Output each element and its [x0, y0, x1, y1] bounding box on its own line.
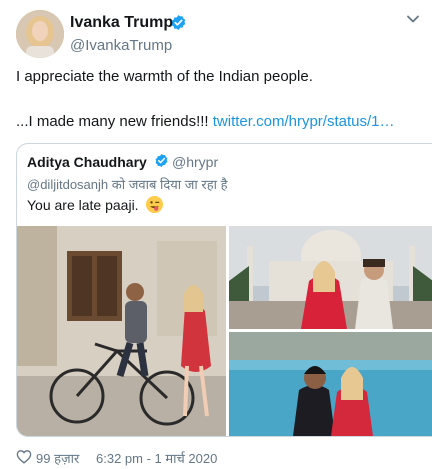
tweet-photo-pool[interactable]	[229, 332, 432, 436]
like-count[interactable]: 99 हज़ार	[36, 449, 79, 467]
heart-icon[interactable]	[16, 449, 32, 464]
quoted-tweet-text: You are late paaji.	[27, 197, 139, 213]
tweet-text-line-1: I appreciate the warmth of the Indian pe…	[16, 68, 313, 85]
author-avatar[interactable]	[16, 10, 64, 58]
quoted-author-name: Aditya Chaudhary	[27, 154, 147, 170]
author-handle[interactable]: @IvankaTrump	[70, 37, 172, 54]
quoted-tweet-card[interactable]: Aditya Chaudhary @hrypr @diljitdosanjh क…	[16, 143, 432, 437]
tweet-text-line-2: ...I made many new friends!!! twitter.co…	[16, 113, 395, 130]
quoted-author-handle: @hrypr	[172, 154, 219, 170]
tweet-text-line-2-text: ...I made many new friends!!!	[16, 113, 213, 130]
tweet-photo-bicycle[interactable]	[17, 226, 226, 436]
verified-badge-icon	[170, 14, 187, 31]
tweet-photo-taj-mahal[interactable]	[229, 226, 432, 329]
tweet-link[interactable]: twitter.com/hrypr/status/1…	[213, 113, 395, 130]
verified-badge-icon	[154, 153, 169, 168]
winking-face-tongue-icon	[146, 196, 163, 213]
quoted-reply-context: @diljitdosanjh को जवाब दिया जा रहा है	[27, 177, 228, 192]
author-name[interactable]: Ivanka Trump	[70, 14, 173, 32]
chevron-down-icon[interactable]	[406, 12, 420, 26]
tweet-timestamp[interactable]: 6:32 pm - 1 मार्च 2020	[96, 449, 217, 467]
